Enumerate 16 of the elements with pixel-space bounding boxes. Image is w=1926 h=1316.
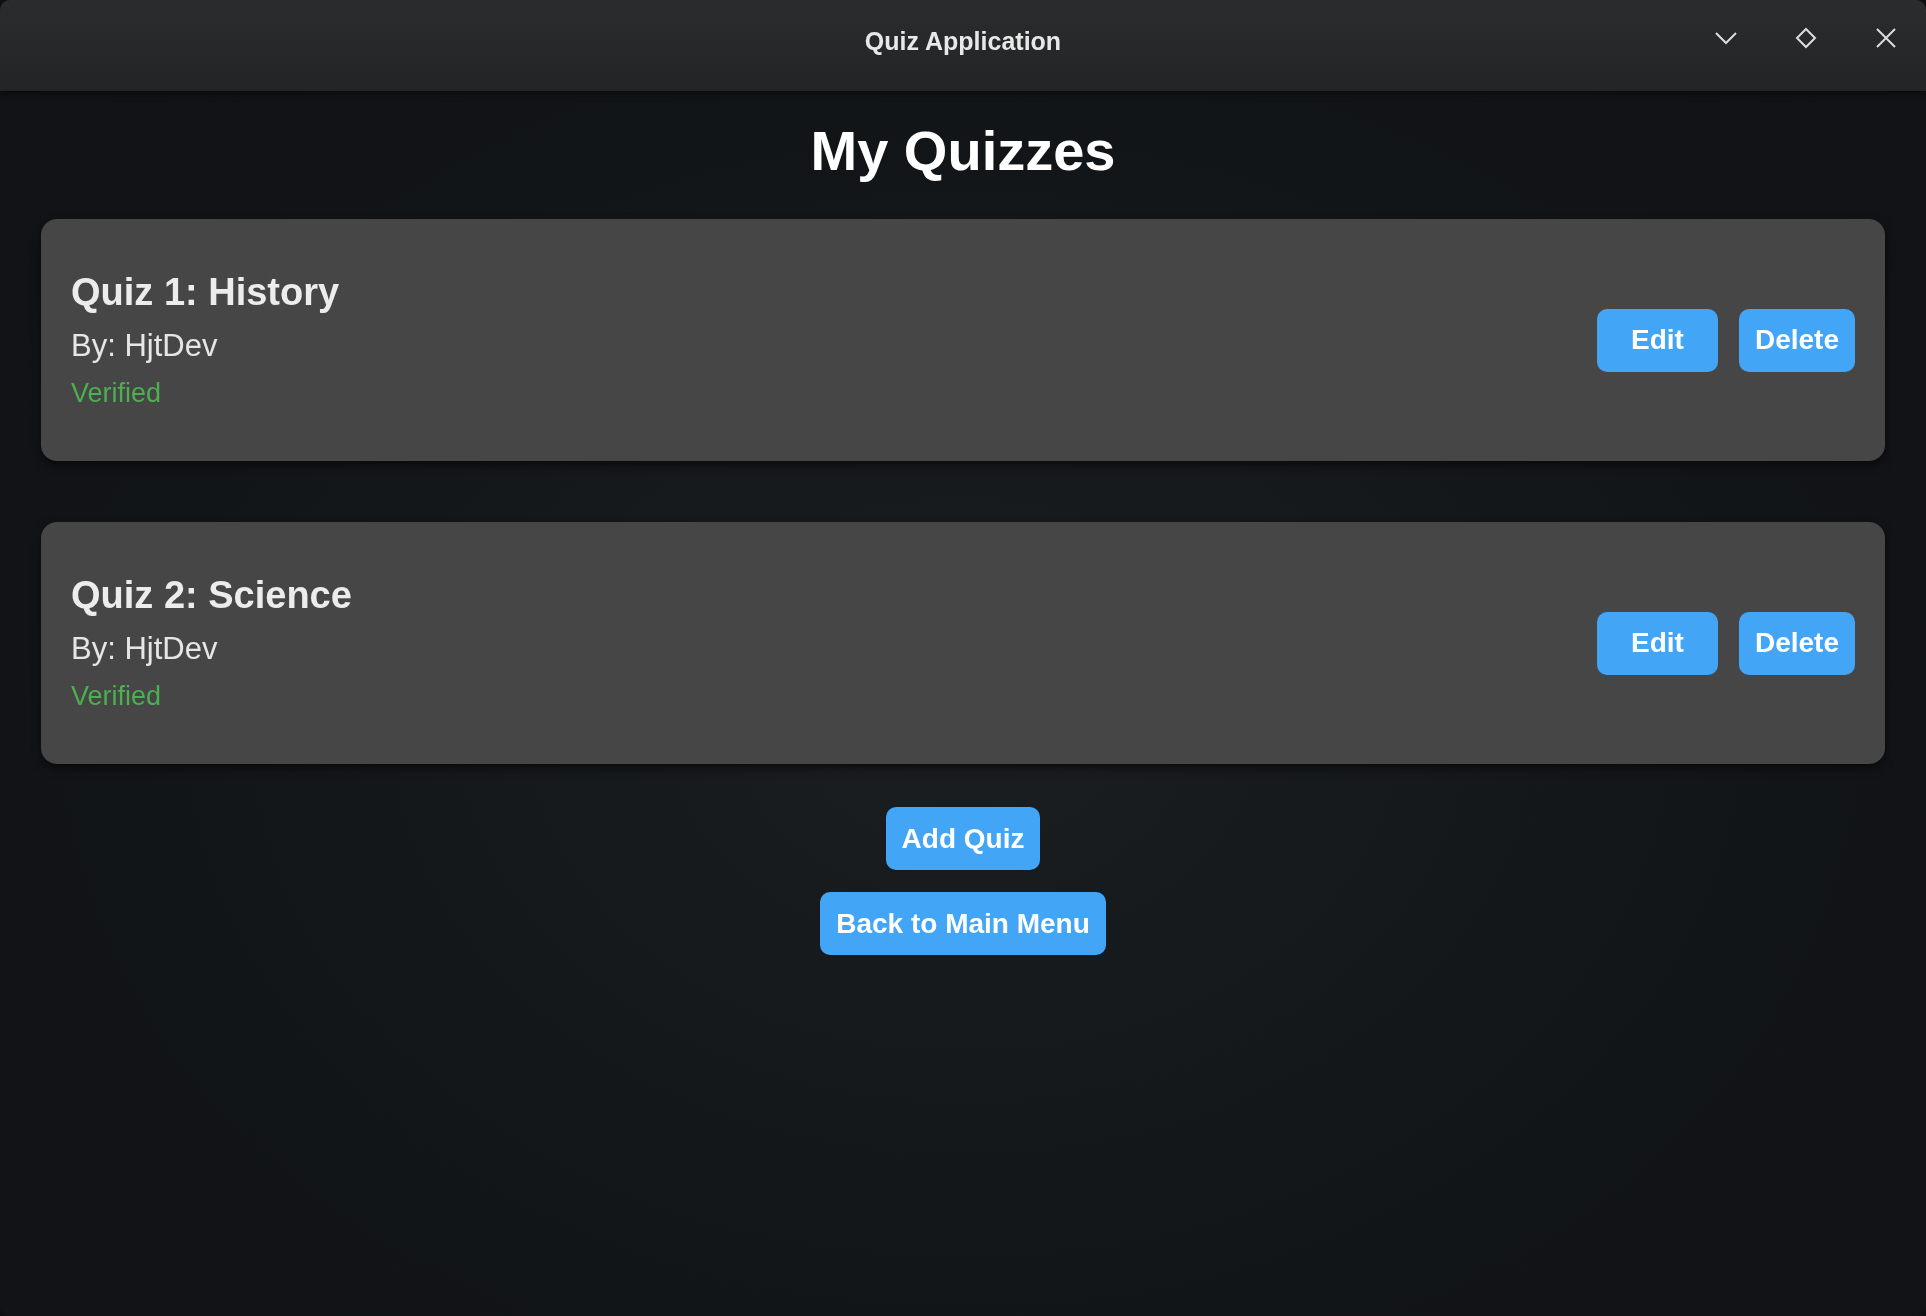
close-button[interactable] bbox=[1874, 26, 1898, 50]
back-button[interactable]: Back to Main Menu bbox=[820, 892, 1106, 956]
quiz-status: Verified bbox=[71, 378, 163, 410]
page-heading: My Quizzes bbox=[810, 119, 1116, 184]
quiz-title: Quiz 1: History bbox=[71, 271, 340, 315]
quiz-status: Verified bbox=[71, 681, 163, 713]
delete-button[interactable]: Delete bbox=[1738, 308, 1855, 372]
maximize-button[interactable] bbox=[1794, 26, 1818, 50]
edit-button[interactable]: Edit bbox=[1597, 308, 1718, 372]
quiz-author: By: HjtDev bbox=[71, 631, 219, 668]
quiz-title: Quiz 2: Science bbox=[71, 574, 352, 618]
window-title: Quiz Application bbox=[864, 27, 1062, 56]
quiz-author: By: HjtDev bbox=[71, 328, 219, 365]
add-quiz-button[interactable]: Add Quiz bbox=[885, 807, 1041, 871]
edit-button[interactable]: Edit bbox=[1597, 611, 1718, 675]
delete-button[interactable]: Delete bbox=[1738, 611, 1855, 675]
